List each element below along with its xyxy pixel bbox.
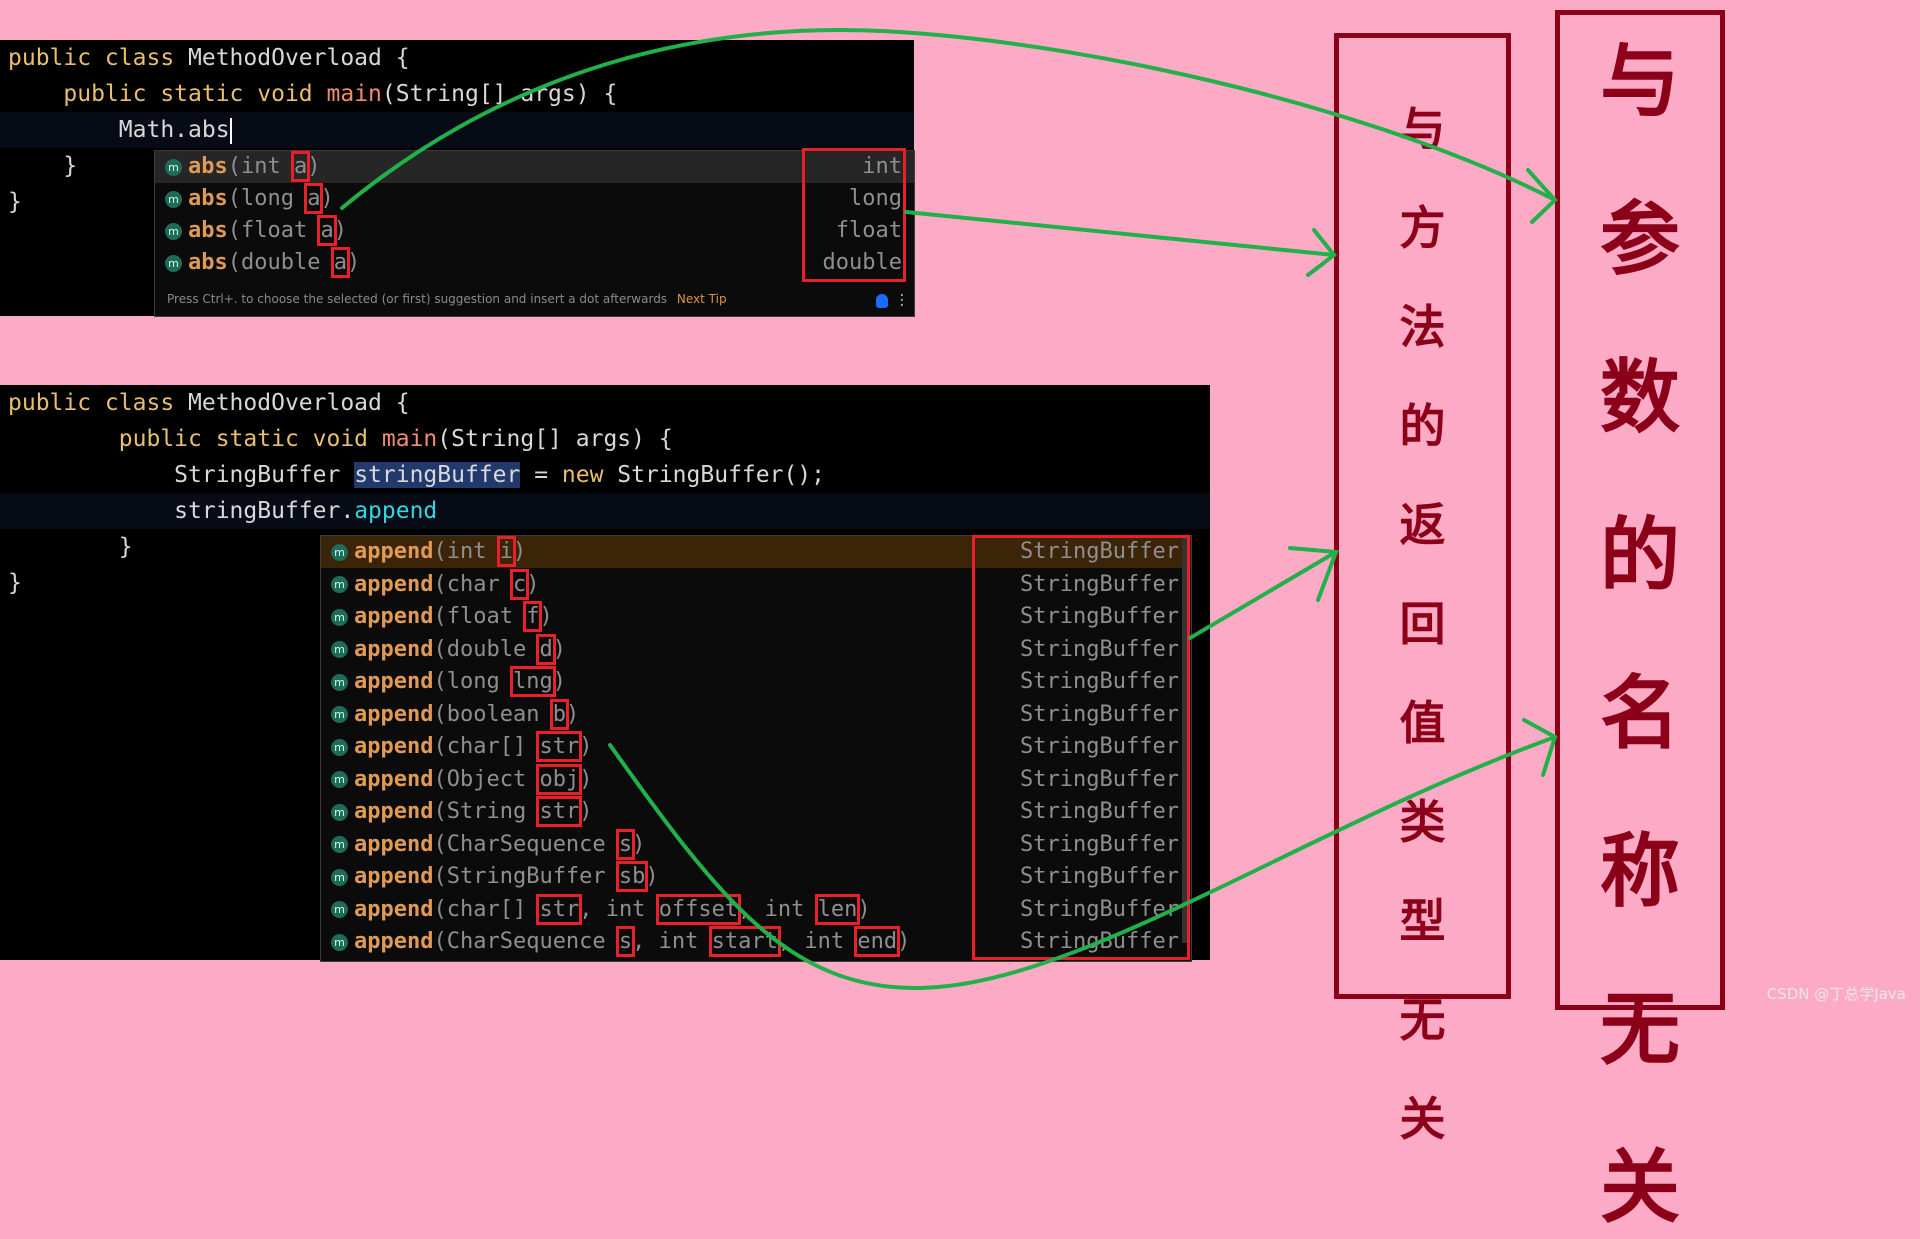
annotation-char: 关 bbox=[1600, 1141, 1680, 1234]
watermark: CSDN @丁总学Java bbox=[1766, 985, 1906, 1003]
arrow-return-append-to-return-box bbox=[1188, 550, 1338, 640]
arrow-return-abs-to-return-box bbox=[904, 210, 1336, 257]
annotation-char: 关 bbox=[1399, 1092, 1446, 1146]
arrow-param-append-to-param-box bbox=[608, 735, 1557, 991]
arrow-head bbox=[1526, 168, 1558, 224]
arrow-param-abs-to-param-box bbox=[340, 28, 1557, 210]
arrows-layer bbox=[340, 28, 1558, 991]
